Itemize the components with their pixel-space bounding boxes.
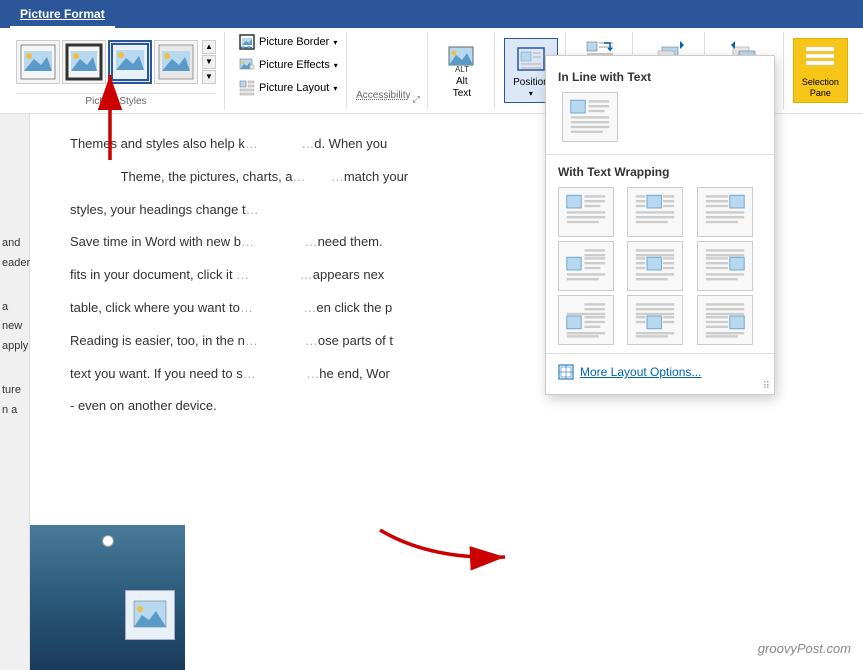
picture-styles-label: Picture Styles [16,93,216,109]
left-label-6: n a [2,401,27,421]
selection-pane-btn[interactable]: Selection Pane [793,38,848,104]
more-layout-options-btn[interactable]: More Layout Options... [546,358,774,386]
picture-layout-label: Picture Layout [259,82,329,94]
bottom-image [30,525,185,670]
wrapping-options-grid [546,183,774,349]
picture-effects-icon [239,57,255,73]
wrap-option-2[interactable] [627,187,683,237]
more-layout-label: More Layout Options... [580,365,701,379]
wrap-option-6[interactable] [697,241,753,291]
selection-pane-items: Selection Pane [793,32,848,109]
pic-styles-row [16,40,198,84]
alt-text-label: Alt Text [453,76,471,100]
doc-para-9: - even on another device. [70,396,823,417]
image-handle[interactable] [102,535,114,547]
inline-option-row [546,88,774,150]
more-layout-icon [558,364,574,380]
selection-pane-label: Selection Pane [802,77,839,99]
alt-text-items: ALT Alt Text [437,32,487,109]
picture-effects-chevron: ▾ [334,61,338,70]
wrap-option-7[interactable] [558,295,614,345]
picture-format-tab[interactable]: Picture Format [10,0,115,28]
picture-styles-items: ▲ ▼ ▼ [16,32,216,91]
picture-effects-btn[interactable]: Picture Effects ▾ [235,55,342,75]
dropdown-divider-2 [546,353,774,354]
alt-text-group: ALT Alt Text [430,32,495,109]
wrap-option-3[interactable] [697,187,753,237]
position-icon [515,43,547,75]
left-label-2: eader, [2,254,27,274]
wrap-option-4[interactable] [558,241,614,291]
style-thumb-4[interactable] [154,40,198,84]
left-label-3: a new [2,298,27,338]
style-scroll: ▲ ▼ ▼ [202,40,216,84]
inline-option[interactable] [562,92,618,142]
picture-border-btn[interactable]: Picture Border ▾ [235,32,341,52]
picture-border-label: Picture Border [259,36,329,48]
left-label-5: ture [2,381,27,401]
picture-effects-label: Picture Effects [259,59,330,71]
picture-format-btns-group: Picture Border ▾ Picture Effects ▾ Pictu… [227,32,347,109]
left-margin: and eader, a new apply ture n a [0,114,30,670]
alt-text-btn[interactable]: ALT Alt Text [437,37,487,105]
left-labels: and eader, a new apply ture n a [0,114,29,421]
accessibility-label[interactable]: Accessibility [356,90,410,101]
left-label-4: apply [2,337,27,357]
position-label: Position [513,77,549,89]
scroll-down-btn[interactable]: ▼ [202,55,216,69]
position-chevron: ▾ [529,89,533,98]
left-label-1: and [2,234,27,254]
picture-border-icon [239,34,255,50]
accessibility-group: Accessibility ⤢ [349,32,428,109]
wrap-option-1[interactable] [558,187,614,237]
scroll-more-btn[interactable]: ▼ [202,70,216,84]
wrapping-section-label: With Text Wrapping [546,159,774,183]
style-thumb-1[interactable] [16,40,60,84]
dropdown-divider-1 [546,154,774,155]
format-btns-items: Picture Border ▾ Picture Effects ▾ Pictu… [235,32,342,109]
wrap-option-5[interactable] [627,241,683,291]
inline-section-label: In Line with Text [546,64,774,88]
picture-border-chevron: ▾ [333,38,337,47]
picture-layout-icon [239,80,255,96]
selection-pane-group: Selection Pane [786,32,855,109]
accessibility-row: Accessibility ⤢ [356,90,420,109]
wrap-option-9[interactable] [697,295,753,345]
picture-layout-chevron: ▾ [333,84,337,93]
image-overlay-thumb [125,590,175,640]
svg-text:ALT: ALT [455,65,469,74]
selection-pane-icon [804,43,836,75]
style-thumb-3[interactable] [108,40,152,84]
scroll-up-btn[interactable]: ▲ [202,40,216,54]
resize-handle[interactable]: ⠿ [763,381,770,392]
picture-styles-group: ▲ ▼ ▼ Picture Styles [8,32,225,109]
alt-text-icon: ALT [446,42,478,74]
wrap-option-8[interactable] [627,295,683,345]
ribbon-tab-bar: Picture Format [0,0,863,28]
position-dropdown: In Line with Text With Text Wrapping [545,55,775,395]
style-thumb-2[interactable] [62,40,106,84]
accessibility-expand-icon: ⤢ [413,94,420,105]
watermark: groovyPost.com [758,641,851,656]
picture-layout-btn[interactable]: Picture Layout ▾ [235,78,341,98]
